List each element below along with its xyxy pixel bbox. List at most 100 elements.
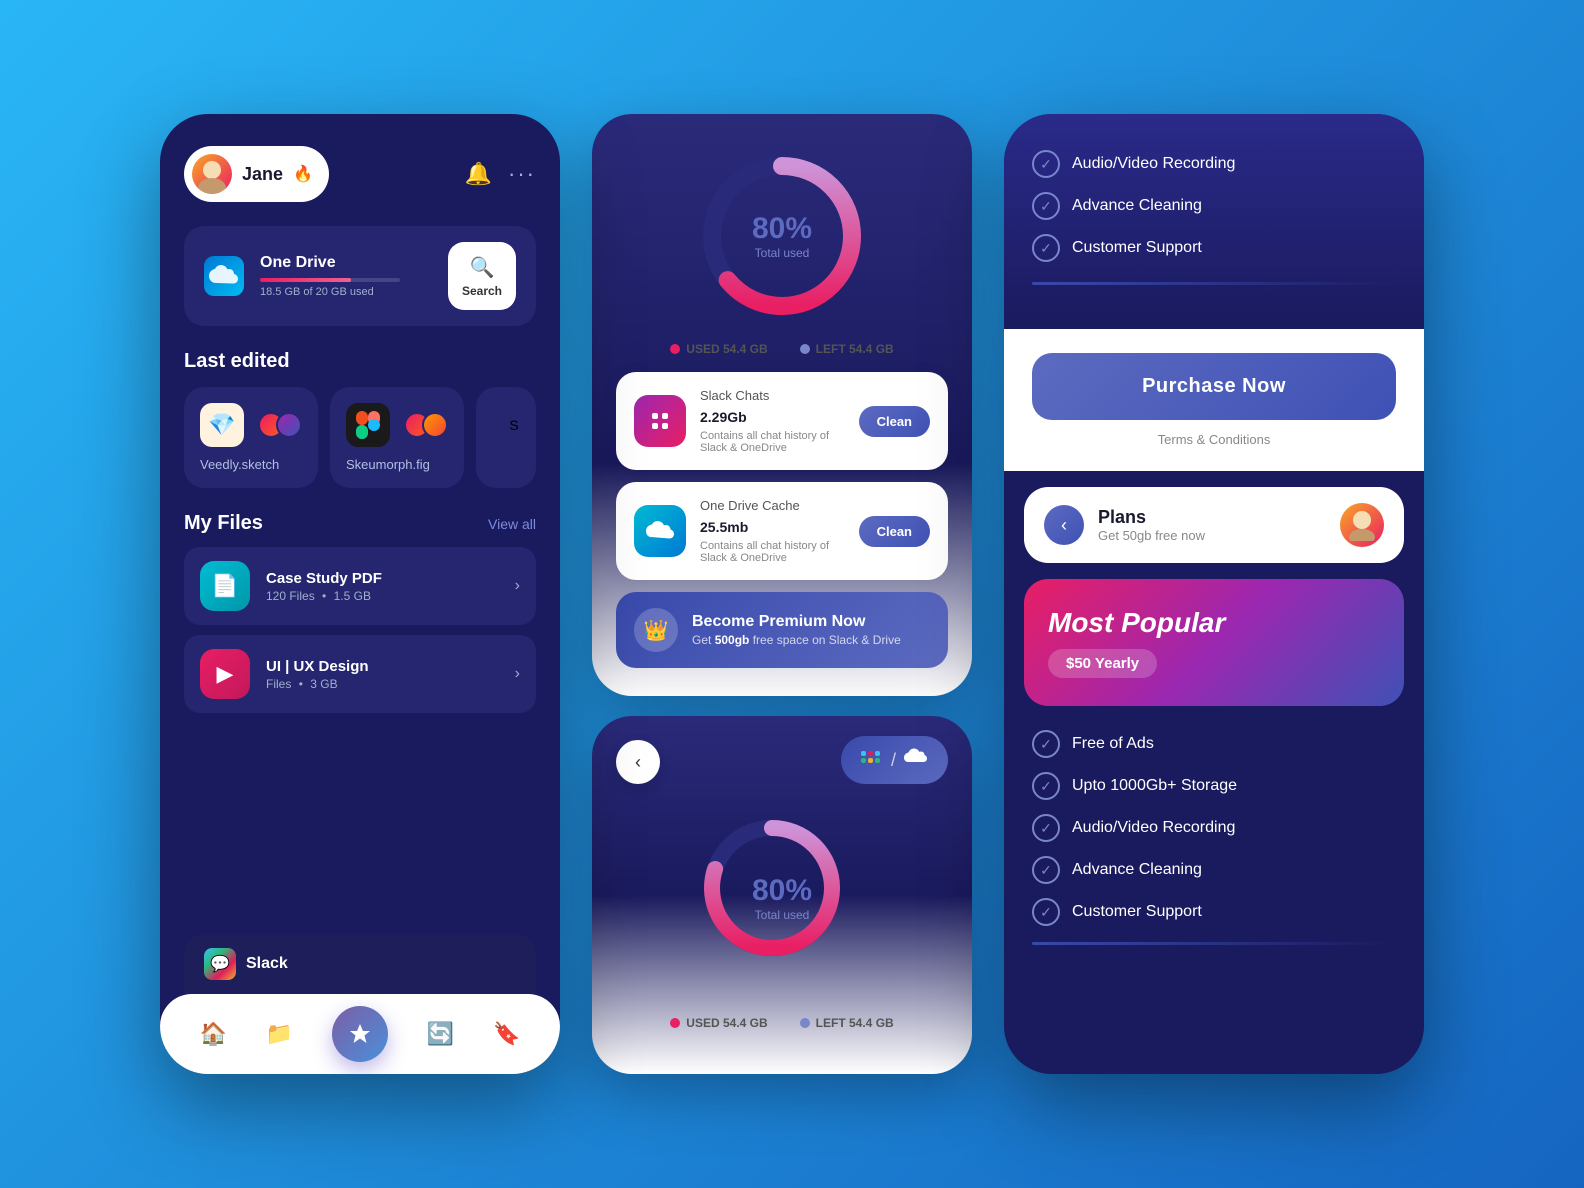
mini-avatar-4 [422,412,448,438]
chevron-right-icon-2: › [515,665,520,683]
pdf-file-meta: 120 Files • 1.5 GB [266,589,499,603]
extra-file-icon: S [492,403,536,447]
donut-text-bottom: 80% Total used [752,874,812,922]
storage-stats-bottom: USED 54.4 GB LEFT 54.4 GB [670,1016,893,1030]
user-pill[interactable]: Jane 🔥 [184,146,329,202]
slack-storage-info: Slack Chats 2.29Gb Contains all chat his… [700,388,845,454]
popular-card: Most Popular $50 Yearly [1024,579,1404,706]
last-edited-title: Last edited [184,350,536,373]
panel1-header: Jane 🔥 🔔 ··· [184,146,536,202]
popular-price: $50 Yearly [1048,649,1157,678]
slack-storage-size: 2.29Gb [700,405,845,428]
onedrive-storage-info: One Drive Cache 25.5mb Contains all chat… [700,498,845,564]
search-button[interactable]: 🔍 Search [448,242,516,310]
bottom-feature-item-5: ✓ Customer Support [1032,898,1396,926]
check-icon-1: ✓ [1032,150,1060,178]
left-label-bottom: LEFT 54.4 GB [816,1016,894,1030]
donut-text: 80% Total used [752,212,812,260]
storage-top-card: 80% Total used USED 54.4 GB LEFT 54.4 GB [592,114,972,696]
clean-onedrive-button[interactable]: Clean [859,516,930,547]
ux-file-icon: ▶ [200,649,250,699]
top-divider [1032,282,1396,285]
donut-chart: 80% Total used [692,146,872,326]
slack-storage-icon [634,395,686,447]
search-label: Search [462,284,502,298]
onedrive-storage-icon [634,505,686,557]
ux-file-info: UI | UX Design Files • 3 GB [266,658,499,691]
storage-stats: USED 54.4 GB LEFT 54.4 GB [670,342,893,356]
plans-back-button[interactable]: ‹ [1044,505,1084,545]
sketch-icon: 💎 [200,403,244,447]
plans-info: Plans Get 50gb free now [1098,507,1326,543]
premium-title: Become Premium Now [692,613,901,631]
figma-file-name: Skeumorph.fig [346,457,448,472]
sketch-file-name: Veedly.sketch [200,457,302,472]
slack-app-logo [861,746,883,774]
nav-bookmark-icon[interactable]: 🔖 [493,1021,520,1047]
back-button[interactable]: ‹ [616,740,660,784]
bottom-feature-item-4: ✓ Advance Cleaning [1032,856,1396,884]
pdf-file-name: Case Study PDF [266,570,499,587]
figma-icon [346,403,390,447]
storage-used-text: 18.5 GB of 20 GB used [260,286,432,298]
file-list-item-ux[interactable]: ▶ UI | UX Design Files • 3 GB › [184,635,536,713]
storage-service-name: One Drive [260,254,432,272]
storage-items-list: Slack Chats 2.29Gb Contains all chat his… [616,372,948,668]
bottom-feature-item-2: ✓ Upto 1000Gb+ Storage [1032,772,1396,800]
file-list-item-pdf[interactable]: 📄 Case Study PDF 120 Files • 1.5 GB › [184,547,536,625]
feature-text-2: Advance Cleaning [1072,197,1202,215]
purchase-section: Purchase Now Terms & Conditions [1004,329,1424,471]
nav-premium-icon[interactable] [332,1006,388,1062]
storage-item-slack: Slack Chats 2.29Gb Contains all chat his… [616,372,948,470]
storage-item-onedrive: One Drive Cache 25.5mb Contains all chat… [616,482,948,580]
check-icon-3: ✓ [1032,234,1060,262]
panel-storage: 80% Total used USED 54.4 GB LEFT 54.4 GB [592,114,972,1074]
feature-text-1: Audio/Video Recording [1072,155,1235,173]
user-avatars-sketch [266,412,302,438]
nav-home-icon[interactable]: 🏠 [199,1021,226,1047]
donut-percent-bottom: 80% [752,874,812,908]
bottom-check-icon-2: ✓ [1032,772,1060,800]
file-card-figma[interactable]: Skeumorph.fig [330,387,464,488]
premium-text-wrap: Become Premium Now Get 500gb free space … [692,613,901,647]
bottom-feature-text-5: Customer Support [1072,903,1202,921]
feature-item-1: ✓ Audio/Video Recording [1032,150,1396,178]
user-name: Jane [242,164,283,185]
bottom-check-icon-4: ✓ [1032,856,1060,884]
notification-icon[interactable]: 🔔 [465,161,492,187]
storage-card: One Drive 18.5 GB of 20 GB used 🔍 Search [184,226,536,326]
bottom-feature-item-1: ✓ Free of Ads [1032,730,1396,758]
file-card-extra[interactable]: S [476,387,536,488]
feature-item-3: ✓ Customer Support [1032,234,1396,262]
bottom-feature-text-2: Upto 1000Gb+ Storage [1072,777,1237,795]
nav-files-icon[interactable]: 📁 [266,1021,293,1047]
file-card-sketch[interactable]: 💎 Veedly.sketch [184,387,318,488]
clean-slack-button[interactable]: Clean [859,406,930,437]
user-avatars-figma [412,412,448,438]
purchase-now-button[interactable]: Purchase Now [1032,353,1396,420]
my-files-title: My Files [184,512,263,535]
ux-file-name: UI | UX Design [266,658,499,675]
view-all-link[interactable]: View all [488,516,536,532]
premium-subtitle: Get 500gb free space on Slack & Drive [692,633,901,647]
storage-bar-fill [260,278,351,282]
slack-storage-desc: Contains all chat history of Slack & One… [700,430,845,454]
avatar [192,154,232,194]
app-logos: / [841,736,948,784]
last-edited-grid: 💎 Veedly.sketch [184,387,536,488]
plans-card: ‹ Plans Get 50gb free now [1024,487,1404,563]
storage-bar-background [260,278,400,282]
plans-top-section: ✓ Audio/Video Recording ✓ Advance Cleani… [1004,114,1424,329]
donut-chart-bottom: 80% Total used [692,808,872,988]
pdf-file-icon: 📄 [200,561,250,611]
donut-percent: 80% [752,212,812,246]
terms-link[interactable]: Terms & Conditions [1032,432,1396,447]
nav-share-icon[interactable]: 🔄 [427,1021,454,1047]
more-options-icon[interactable]: ··· [508,161,536,187]
plans-subtitle: Get 50gb free now [1098,528,1326,543]
premium-banner[interactable]: 👑 Become Premium Now Get 500gb free spac… [616,592,948,668]
onedrive-logo [204,256,244,296]
bottom-feature-text-1: Free of Ads [1072,735,1154,753]
onedrive-storage-size: 25.5mb [700,515,845,538]
bottom-feature-text-4: Advance Cleaning [1072,861,1202,879]
